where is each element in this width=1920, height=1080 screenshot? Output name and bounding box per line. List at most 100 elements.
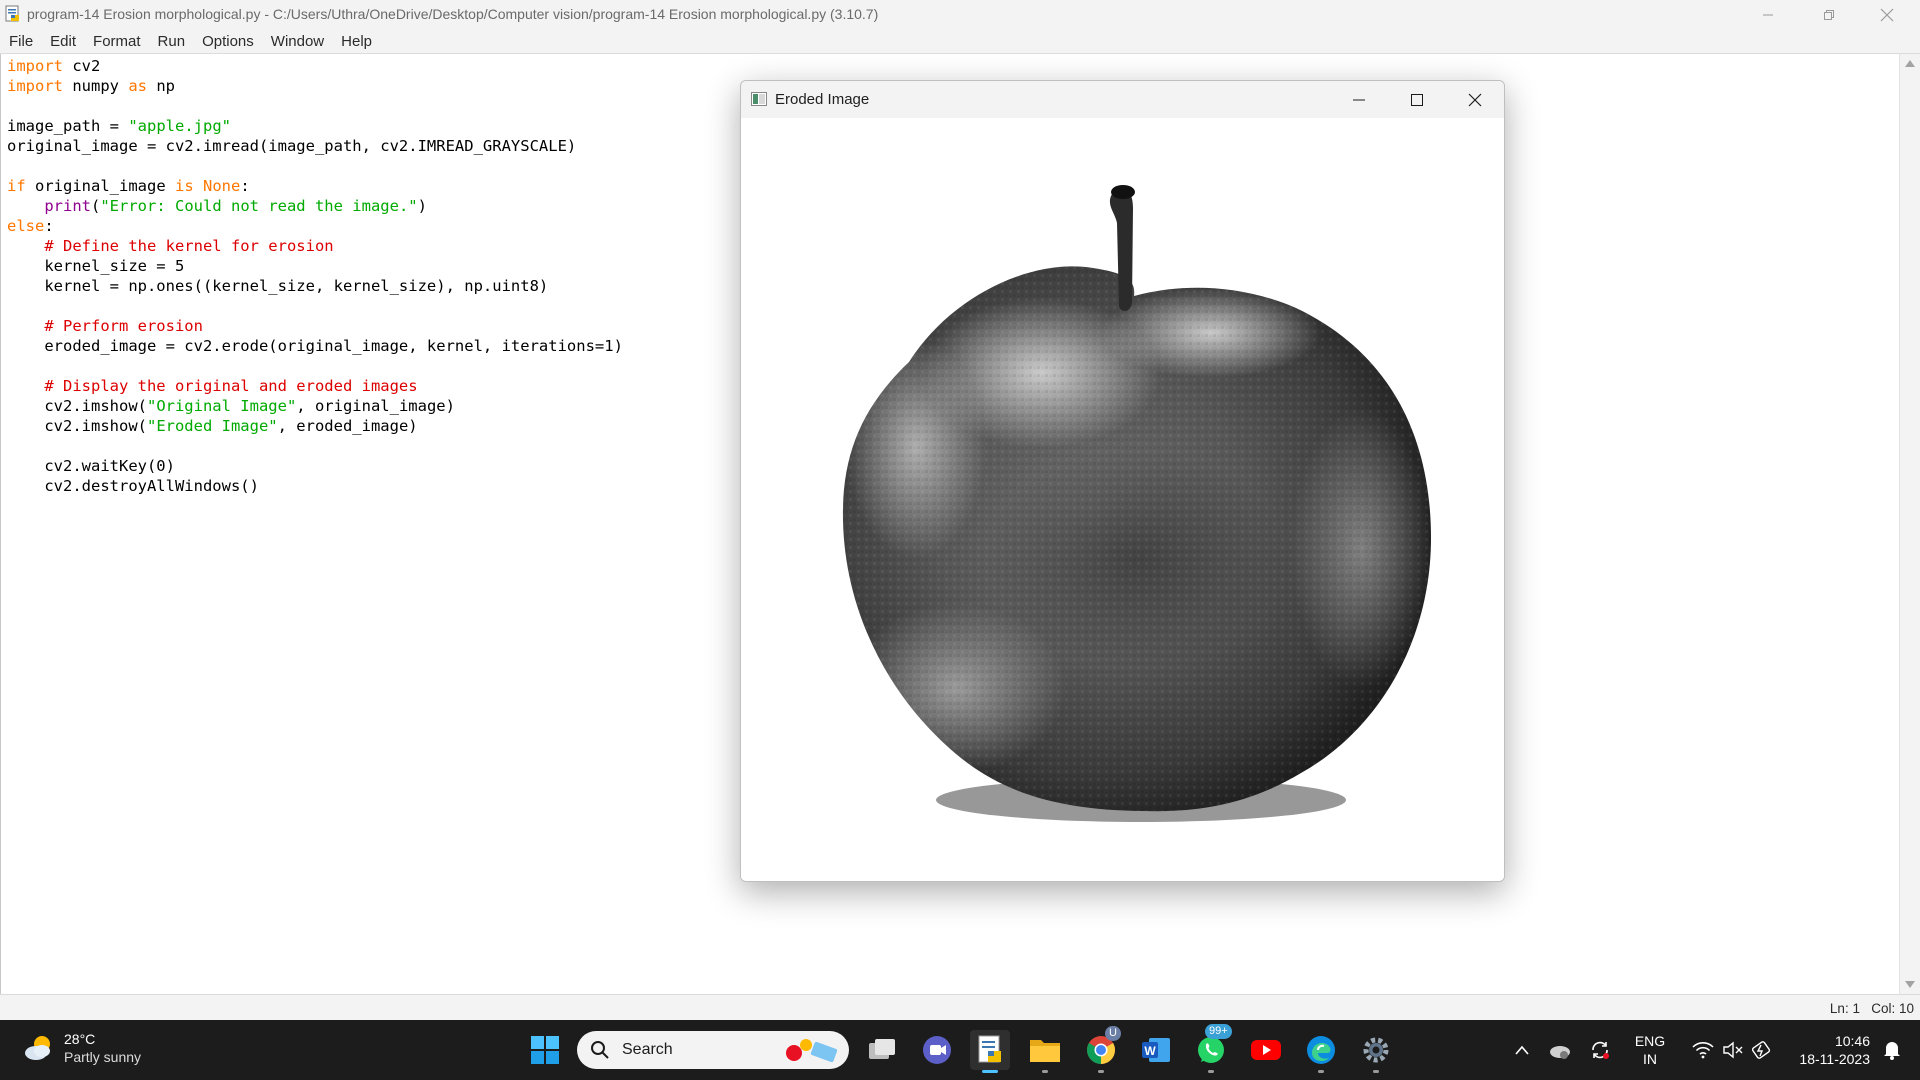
python-idle-icon [5, 5, 19, 22]
code-line[interactable] [7, 296, 623, 316]
image-window-title-bar[interactable]: Eroded Image [741, 81, 1504, 118]
bell-icon [1884, 1042, 1900, 1060]
menu-window[interactable]: Window [271, 33, 324, 50]
chrome-button[interactable]: U [1081, 1026, 1121, 1073]
code-token: "Original Image" [146, 397, 297, 415]
edge-button[interactable] [1301, 1030, 1341, 1073]
code-token: # Perform erosion [44, 317, 203, 335]
code-line[interactable]: kernel = np.ones((kernel_size, kernel_si… [7, 276, 623, 296]
menu-run[interactable]: Run [158, 33, 186, 50]
eroded-image-window[interactable]: Eroded Image [740, 80, 1505, 882]
menu-help[interactable]: Help [341, 33, 372, 50]
code-line[interactable] [7, 96, 623, 116]
code-line[interactable]: eroded_image = cv2.erode(original_image,… [7, 336, 623, 356]
code-line[interactable]: image_path = "apple.jpg" [7, 116, 623, 136]
menu-edit[interactable]: Edit [50, 33, 76, 50]
restore-button[interactable] [1800, 0, 1858, 29]
image-window-title: Eroded Image [775, 91, 870, 108]
idle-taskbar-button[interactable] [970, 1030, 1010, 1073]
file-explorer-icon [1030, 1040, 1060, 1062]
code-token: # Define the kernel for erosion [44, 237, 334, 255]
youtube-button[interactable] [1246, 1030, 1286, 1070]
code-token: cv2.imshow( [7, 417, 147, 435]
image-maximize-button[interactable] [1388, 81, 1446, 118]
code-text[interactable]: import cv2 import numpy as np image_path … [7, 56, 623, 496]
menu-options[interactable]: Options [202, 33, 254, 50]
code-line[interactable] [7, 436, 623, 456]
weather-widget[interactable]: 28°C Partly sunny [22, 1030, 141, 1066]
code-token: print [44, 197, 91, 215]
weather-text: 28°C Partly sunny [64, 1030, 141, 1066]
minimize-button[interactable] [1739, 0, 1797, 29]
youtube-icon [1251, 1040, 1281, 1060]
onedrive-icon [1550, 1046, 1570, 1059]
close-button[interactable] [1858, 0, 1916, 29]
settings-button[interactable] [1356, 1030, 1396, 1073]
scroll-down-icon[interactable] [1905, 981, 1915, 988]
code-line[interactable]: print("Error: Could not read the image."… [7, 196, 623, 216]
close-icon [1880, 8, 1894, 21]
code-token: # Display the original and eroded images [44, 377, 418, 395]
code-token: image_path = [7, 117, 129, 135]
code-token: numpy [63, 77, 129, 95]
start-button[interactable] [525, 1030, 565, 1070]
clock[interactable]: 10:46 18-11-2023 [1782, 1032, 1870, 1068]
code-line[interactable] [7, 356, 623, 376]
battery-charging-icon [1752, 1041, 1771, 1059]
code-line[interactable]: cv2.imshow("Original Image", original_im… [7, 396, 623, 416]
code-token: , original_image) [296, 397, 455, 415]
taskbar-search-box[interactable]: Search [577, 1031, 849, 1069]
svg-text:W: W [1144, 1044, 1156, 1058]
code-line[interactable]: if original_image is None: [7, 176, 623, 196]
code-token: original_image [25, 177, 175, 195]
running-indicator [1318, 1070, 1324, 1073]
whatsapp-button[interactable]: 99+ [1191, 1024, 1232, 1073]
line-number: Ln: 1 [1829, 1001, 1860, 1016]
code-line[interactable]: # Define the kernel for erosion [7, 236, 623, 256]
chat-icon [923, 1036, 951, 1064]
code-line[interactable]: # Perform erosion [7, 316, 623, 336]
task-view-icon [869, 1039, 895, 1059]
cursor-position: Ln: 1 Col: 10 [1830, 1001, 1914, 1016]
chrome-profile-badge: U [1105, 1026, 1121, 1041]
sync-icon [1592, 1041, 1609, 1059]
code-line[interactable]: # Display the original and eroded images [7, 376, 623, 396]
scroll-up-icon[interactable] [1905, 60, 1915, 67]
sync-tray-button[interactable] [1582, 1030, 1618, 1070]
code-token: None [203, 177, 241, 195]
language-indicator[interactable]: ENG IN [1625, 1032, 1675, 1068]
image-minimize-button[interactable] [1330, 81, 1388, 118]
chat-button[interactable] [917, 1030, 957, 1070]
search-highlight-icon [786, 1039, 838, 1063]
menu-bar: File Edit Format Run Options Window Help [0, 29, 1920, 54]
code-line[interactable]: else: [7, 216, 623, 236]
code-line[interactable]: original_image = cv2.imread(image_path, … [7, 136, 623, 156]
task-view-button[interactable] [862, 1030, 902, 1070]
partly-sunny-icon [25, 1036, 50, 1060]
code-line[interactable]: import cv2 [7, 56, 623, 76]
code-line[interactable]: cv2.waitKey(0) [7, 456, 623, 476]
taskbar: 28°C Partly sunny Search U W 99+ ENG IN … [0, 1020, 1920, 1080]
code-line[interactable] [7, 156, 623, 176]
code-line[interactable]: kernel_size = 5 [7, 256, 623, 276]
code-line[interactable]: import numpy as np [7, 76, 623, 96]
code-line[interactable]: cv2.destroyAllWindows() [7, 476, 623, 496]
word-button[interactable]: W [1136, 1030, 1176, 1070]
onedrive-tray-button[interactable] [1542, 1030, 1578, 1070]
notifications-button[interactable] [1872, 1030, 1912, 1070]
language-code: ENG [1634, 1033, 1666, 1049]
vertical-scrollbar[interactable] [1899, 54, 1920, 994]
code-line[interactable]: cv2.imshow("Eroded Image", eroded_image) [7, 416, 623, 436]
image-close-button[interactable] [1446, 81, 1504, 118]
quick-settings-button[interactable] [1684, 1030, 1780, 1070]
search-placeholder: Search [622, 1041, 673, 1058]
menu-format[interactable]: Format [93, 33, 141, 50]
code-token: "Error: Could not read the image." [100, 197, 418, 215]
menu-file[interactable]: File [9, 33, 33, 50]
show-hidden-icons-button[interactable] [1502, 1030, 1542, 1070]
file-explorer-button[interactable] [1025, 1030, 1065, 1073]
minimize-icon [1353, 99, 1365, 100]
